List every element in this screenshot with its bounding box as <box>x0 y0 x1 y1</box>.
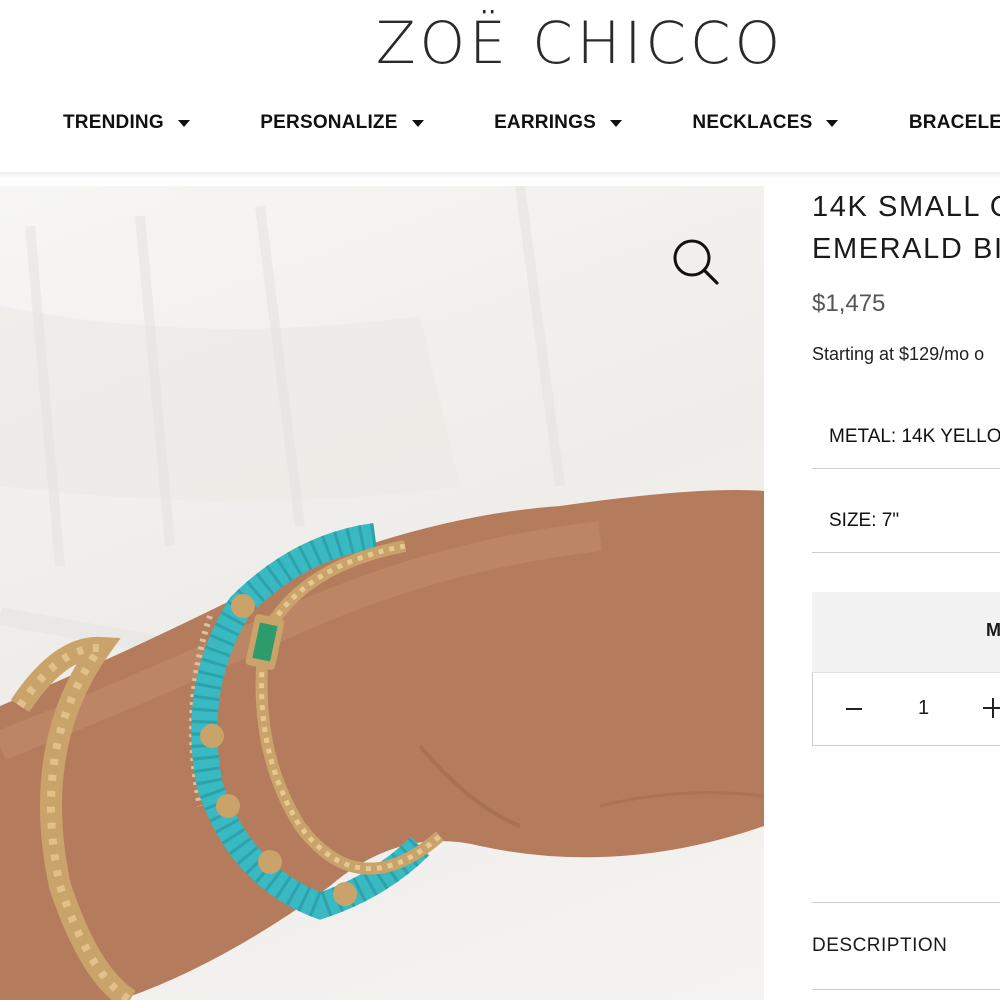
product-title-line2: EMERALD BI <box>812 233 1000 265</box>
nav-item-bracelets[interactable]: BRACELETS <box>909 112 1000 134</box>
nav-item-label: PERSONALIZE <box>260 112 398 133</box>
financing-text[interactable]: Starting at $129/mo o <box>812 344 984 365</box>
metal-select-label: METAL: 14K YELLO <box>829 426 1000 447</box>
brand-logo[interactable]: ZOË CHICCO <box>0 8 1000 78</box>
size-select-label: SIZE: 7" <box>829 510 900 531</box>
option-tab-label: M <box>986 620 1000 640</box>
header-divider <box>0 172 1000 178</box>
magnifier-glyph <box>673 239 719 285</box>
product-price: $1,475 <box>812 290 886 317</box>
metal-select[interactable]: METAL: 14K YELLO <box>812 404 1000 469</box>
nav-item-label: TRENDING <box>63 112 164 133</box>
nav-item-label: NECKLACES <box>692 112 813 133</box>
nav-item-label: EARRINGS <box>494 112 596 133</box>
option-tab-header[interactable]: M <box>812 592 1000 673</box>
description-label: DESCRIPTION <box>812 935 948 956</box>
quantity-value[interactable]: 1 <box>918 697 929 720</box>
nav-item-earrings[interactable]: EARRINGS <box>494 112 622 134</box>
product-title: 14K SMALL C EMERALD BI <box>812 186 1000 270</box>
caret-down-icon <box>177 119 190 127</box>
quantity-stepper: 1 <box>812 672 1000 746</box>
caret-down-icon <box>411 119 424 127</box>
caret-down-icon <box>826 119 839 127</box>
plus-icon[interactable] <box>983 698 1000 718</box>
product-info-panel: 14K SMALL C EMERALD BI $1,475 Starting a… <box>812 186 1000 1000</box>
description-accordion[interactable]: DESCRIPTION <box>812 902 1000 990</box>
nav-item-necklaces[interactable]: NECKLACES <box>692 112 839 134</box>
size-select[interactable]: SIZE: 7" <box>812 488 1000 553</box>
nav-item-label: BRACELETS <box>908 112 1000 133</box>
nav-item-personalize[interactable]: PERSONALIZE <box>260 112 424 134</box>
product-title-line1: 14K SMALL C <box>812 191 1000 223</box>
caret-down-icon <box>609 119 622 127</box>
product-photo-illustration <box>0 186 764 1000</box>
magnifier-icon[interactable] <box>670 236 720 286</box>
main-nav: TRENDING PERSONALIZE EARRINGS NECKLACES … <box>63 112 1000 142</box>
nav-item-trending[interactable]: TRENDING <box>63 112 190 134</box>
product-image[interactable] <box>0 186 764 1000</box>
minus-icon[interactable] <box>846 708 862 710</box>
